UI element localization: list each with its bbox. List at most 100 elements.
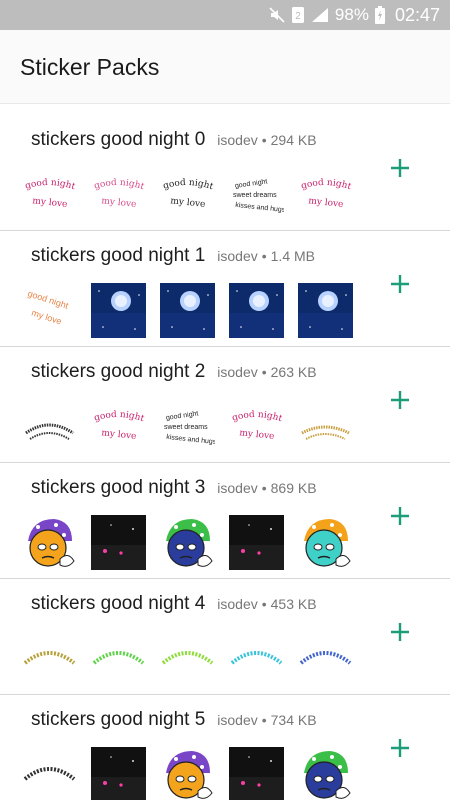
svg-text:my love: my love [239,428,275,442]
sticker-thumbnail: good night my love [91,167,146,222]
sticker-preview-strip [22,745,353,800]
sticker-thumbnail [298,631,353,686]
pack-publisher: isodev [217,132,258,148]
pack-size: 1.4 MB [270,248,315,264]
svg-text:kisses and hugs: kisses and hugs [235,201,284,213]
svg-text:good night: good night [162,177,215,191]
sticker-pack-list: stickers good night 0 isodev • 294 KB good … [0,115,450,800]
svg-text:my love: my love [308,196,344,210]
sticker-thumbnail: good night my love [298,167,353,222]
svg-text:my love: my love [30,307,63,326]
sticker-thumbnail: good night sweet dreams kisses and hugs [229,167,284,222]
add-pack-button[interactable] [386,157,414,185]
pack-publisher: isodev [217,596,258,612]
pack-meta: isodev • 263 KB [217,364,316,380]
sticker-thumbnail [229,514,284,570]
sticker-pack-row[interactable]: stickers good night 3 isodev • 869 KB [0,463,450,579]
pack-header: stickers good night 4 isodev • 453 KB [31,593,317,615]
sticker-pack-row[interactable]: stickers good night 1 isodev • 1.4 MB good n… [0,231,450,347]
pack-meta: isodev • 453 KB [217,596,316,612]
add-pack-button[interactable] [386,389,414,417]
add-pack-button[interactable] [386,621,414,649]
pack-header: stickers good night 2 isodev • 263 KB [31,361,317,383]
sticker-preview-strip [22,513,353,571]
mute-icon [269,7,285,23]
sticker-pack-row[interactable]: stickers good night 5 isodev • 734 KB [0,695,450,800]
svg-text:2: 2 [295,11,301,22]
page-title: Sticker Packs [20,54,160,80]
battery-charging-icon [374,6,385,24]
pack-size: 869 KB [270,480,317,496]
svg-text:good night: good night [235,178,268,189]
pack-name: stickers good night 5 [31,709,206,730]
sticker-thumbnail: good night sweet dreams kisses and hugs [160,399,215,454]
sticker-preview-strip [22,629,353,687]
pack-header: stickers good night 5 isodev • 734 KB [31,709,317,731]
separator-dot: • [261,364,267,380]
separator-dot: • [261,248,267,264]
plus-icon [391,623,409,641]
add-pack-button[interactable] [386,505,414,533]
sticker-thumbnail: good night my love [229,399,284,454]
svg-text:good night: good night [93,409,146,423]
pack-name: stickers good night 0 [31,129,206,150]
svg-text:my love: my love [170,196,206,210]
sticker-thumbnail: good night my love [160,167,215,222]
sticker-thumbnail: good night my love [22,167,77,222]
sticker-preview-strip: good night my love good night sweet dreams… [22,397,353,455]
sticker-thumbnail [160,515,215,570]
sticker-preview-strip: good night my love good night my love go… [22,165,353,223]
separator-dot: • [261,132,267,148]
pack-meta: isodev • 1.4 MB [217,248,315,264]
pack-size: 453 KB [270,596,317,612]
svg-text:my love: my love [32,196,68,210]
svg-text:kisses and hugs: kisses and hugs [166,433,215,445]
battery-percent: 98% [334,5,369,24]
svg-text:good night: good night [93,177,146,191]
sticker-thumbnail [22,747,77,800]
pack-header: stickers good night 0 isodev • 294 KB [31,129,317,151]
svg-text:good night: good night [231,409,284,423]
clock: 02:47 [394,4,440,25]
sticker-thumbnail: good night my love [91,399,146,454]
separator-dot: • [261,596,267,612]
add-pack-button[interactable] [386,737,414,765]
sticker-thumbnail [160,631,215,686]
separator-dot: • [261,712,267,728]
plus-icon [391,159,409,177]
pack-header: stickers good night 3 isodev • 869 KB [31,477,317,499]
sticker-thumbnail [229,631,284,686]
pack-name: stickers good night 2 [31,361,206,382]
svg-text:sweet dreams: sweet dreams [233,192,277,199]
pack-publisher: isodev [217,364,258,380]
pack-meta: isodev • 869 KB [217,480,316,496]
pack-name: stickers good night 4 [31,593,206,614]
pack-name: stickers good night 3 [31,477,206,498]
sticker-thumbnail [22,515,77,570]
pack-publisher: isodev [217,480,258,496]
pack-publisher: isodev [217,712,258,728]
sticker-thumbnail [91,746,146,800]
add-pack-button[interactable] [386,273,414,301]
sticker-thumbnail [298,515,353,570]
sticker-thumbnail [229,282,284,338]
svg-text:good night: good night [166,410,199,421]
sticker-thumbnail [298,282,353,338]
app-bar: Sticker Packs [0,30,450,104]
sticker-thumbnail [160,747,215,800]
pack-size: 734 KB [270,712,317,728]
pack-publisher: isodev [217,248,258,264]
sticker-thumbnail [91,514,146,570]
plus-icon [391,391,409,409]
sticker-thumbnail [22,631,77,686]
svg-text:my love: my love [101,428,137,442]
sticker-thumbnail [91,631,146,686]
sticker-pack-row[interactable]: stickers good night 4 isodev • 453 KB [0,579,450,695]
plus-icon [391,507,409,525]
sticker-pack-row[interactable]: stickers good night 0 isodev • 294 KB good … [0,115,450,231]
pack-meta: isodev • 734 KB [217,712,316,728]
sticker-preview-strip: good night my love [22,281,353,339]
sticker-pack-row[interactable]: stickers good night 2 isodev • 263 KB good … [0,347,450,463]
sticker-thumbnail [298,399,353,454]
sticker-thumbnail: good night my love [22,283,77,338]
